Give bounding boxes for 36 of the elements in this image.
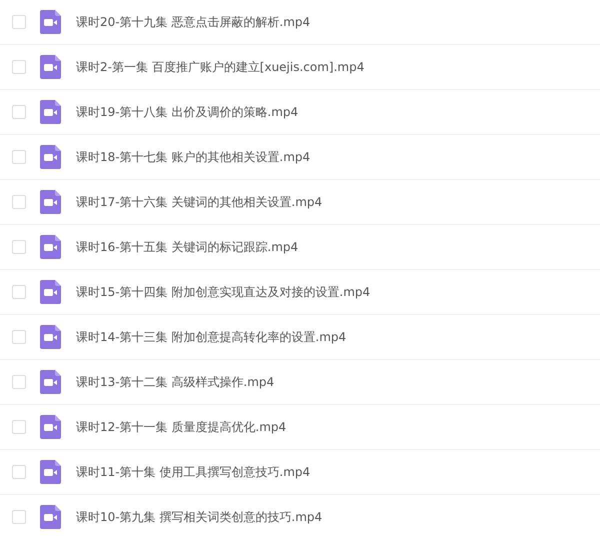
checkbox[interactable] — [12, 375, 26, 389]
video-file-icon — [40, 100, 61, 124]
file-name[interactable]: 课时11-第十集 使用工具撰写创意技巧.mp4 — [76, 464, 310, 480]
video-file-icon — [40, 10, 61, 34]
video-file-icon — [40, 325, 61, 349]
checkbox[interactable] — [12, 510, 26, 524]
checkbox[interactable] — [12, 285, 26, 299]
checkbox[interactable] — [12, 150, 26, 164]
checkbox[interactable] — [12, 15, 26, 29]
file-name[interactable]: 课时15-第十四集 附加创意实现直达及对接的设置.mp4 — [76, 284, 370, 300]
file-name[interactable]: 课时17-第十六集 关键词的其他相关设置.mp4 — [76, 194, 322, 210]
video-file-icon — [40, 190, 61, 214]
video-file-icon — [40, 370, 61, 394]
video-file-icon — [40, 145, 61, 169]
file-name[interactable]: 课时14-第十三集 附加创意提高转化率的设置.mp4 — [76, 328, 346, 346]
checkbox[interactable] — [12, 420, 26, 434]
checkbox[interactable] — [12, 240, 26, 254]
file-name[interactable]: 课时19-第十八集 出价及调价的策略.mp4 — [76, 104, 298, 120]
file-name[interactable]: 课时16-第十五集 关键词的标记跟踪.mp4 — [76, 238, 298, 256]
file-name[interactable]: 课时2-第一集 百度推广账户的建立[xuejis.com].mp4 — [76, 58, 364, 76]
checkbox[interactable] — [12, 330, 26, 344]
file-name[interactable]: 课时18-第十七集 账户的其他相关设置.mp4 — [76, 148, 310, 166]
video-file-icon — [40, 55, 61, 79]
checkbox[interactable] — [12, 195, 26, 209]
video-file-icon — [40, 280, 61, 304]
checkbox[interactable] — [12, 60, 26, 74]
file-name[interactable]: 课时12-第十一集 质量度提高优化.mp4 — [76, 418, 286, 436]
video-file-icon — [40, 415, 61, 439]
checkbox[interactable] — [12, 465, 26, 479]
file-name[interactable]: 课时20-第十九集 恶意点击屏蔽的解析.mp4 — [76, 14, 310, 30]
checkbox[interactable] — [12, 105, 26, 119]
video-file-icon — [40, 235, 61, 259]
video-file-icon — [40, 460, 61, 484]
file-name[interactable]: 课时13-第十二集 高级样式操作.mp4 — [76, 374, 274, 390]
video-file-icon — [40, 505, 61, 529]
file-name[interactable]: 课时10-第九集 撰写相关词类创意的技巧.mp4 — [76, 508, 322, 526]
